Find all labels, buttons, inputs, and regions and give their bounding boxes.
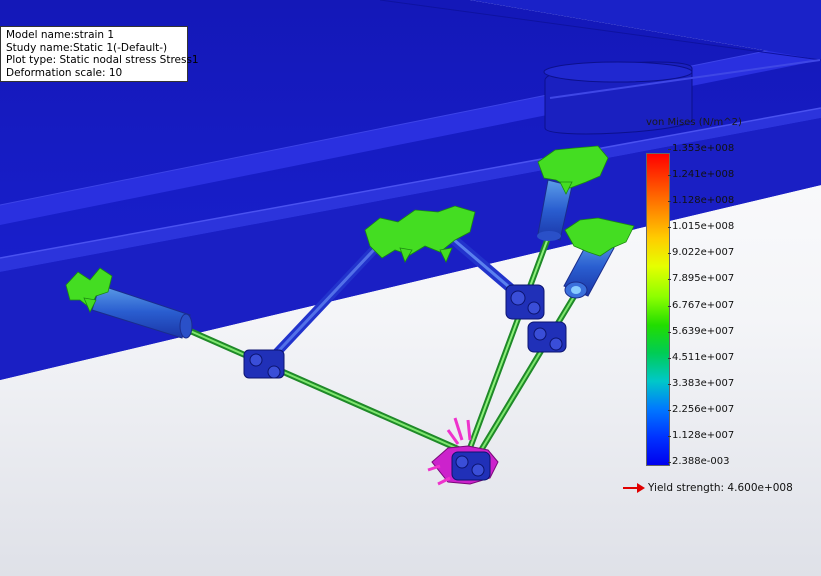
model-name-text: Model name:strain 1 [6, 29, 115, 41]
deformation-scale-text: Deformation scale: 10 [6, 66, 123, 79]
colorbar-tick-label: 2.256e+007 [667, 403, 735, 415]
colorbar-tick-label: 6.767e+007 [667, 299, 735, 311]
study-info-box: Model name:strain 1 Study name:Static 1(… [0, 26, 199, 82]
joint-right-lower [527, 321, 567, 353]
yield-strength: Yield strength: 4.600e+008 [623, 482, 793, 494]
joint-left [243, 349, 285, 379]
fixture-right-lower [564, 217, 635, 257]
colorbar-tick-label: 1.128e+008 [667, 195, 735, 207]
colorbar-tick-label: 7.895e+007 [667, 273, 735, 285]
colorbar-tick-label: 1.353e+008 [667, 143, 735, 154]
colorbar-tick-label: 1.241e+008 [667, 169, 735, 181]
colorbar-tick-label: 4.511e+007 [667, 351, 735, 363]
stress-colorbar[interactable] [646, 153, 670, 466]
load-hub [427, 417, 499, 486]
yield-arrow-icon [623, 483, 645, 493]
joint-right-upper [505, 284, 545, 320]
colorbar-tick-label: 5.639e+007 [667, 325, 735, 337]
study-name-text: Study name:Static 1(-Default-) [6, 41, 168, 54]
legend-title: von Mises (N/m^2) [646, 117, 742, 128]
yield-strength-label: Yield strength: 4.600e+008 [648, 482, 793, 494]
colorbar-tick-label: 1.128e+007 [667, 429, 735, 441]
colorbar-tick-label: 9.022e+007 [667, 247, 735, 259]
plot-type-text: Plot type: Static nodal stress Stress1 [6, 54, 199, 66]
colorbar-tick-label: 2.388e-003 [667, 456, 730, 467]
colorbar-tick-label: 1.015e+008 [667, 221, 735, 233]
colorbar-tick-label: 3.383e+007 [667, 377, 735, 389]
